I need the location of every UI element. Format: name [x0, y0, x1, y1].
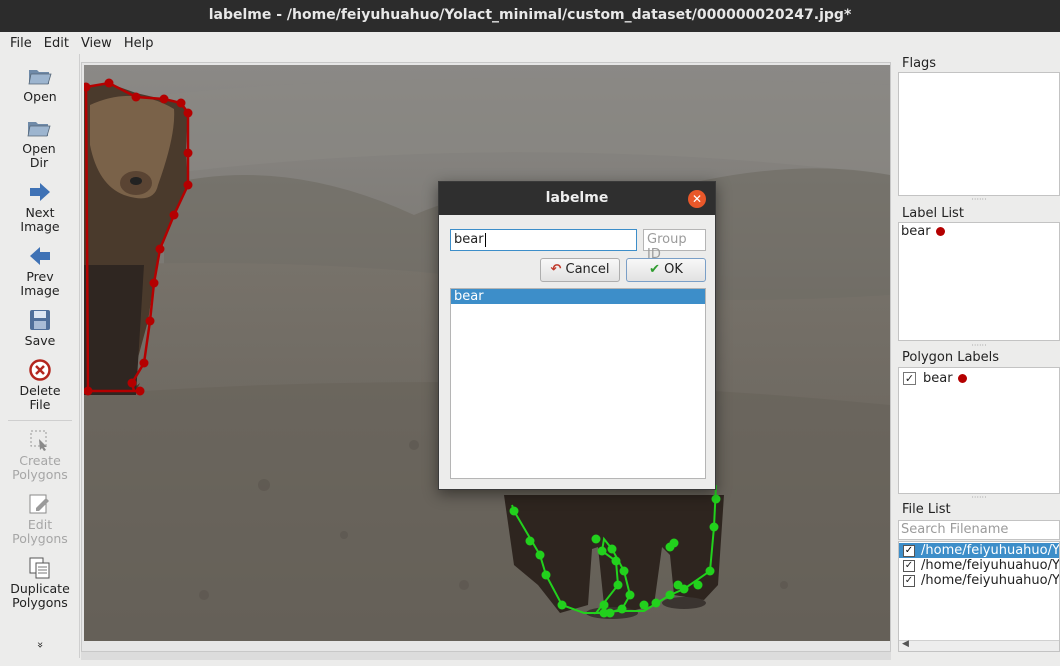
next-image-button[interactable]: Next Image: [0, 180, 80, 234]
arrow-right-icon: [30, 183, 50, 201]
list-item[interactable]: ✓ bear: [903, 371, 967, 386]
window-title: labelme - /home/feiyuhuahuo/Yolact_minim…: [0, 0, 1060, 32]
cancel-button[interactable]: ↶ Cancel: [540, 258, 620, 282]
label-color-dot: [957, 374, 967, 383]
folder-open-icon: [27, 122, 51, 137]
right-dock-panel: Flags ······ Label List bear ······ Poly…: [893, 54, 1060, 666]
file-list[interactable]: ✓ /home/feiyuhuahuo/Yolact ✓ /home/feiyu…: [898, 541, 1060, 652]
file-list-scrollbar[interactable]: ◀: [899, 639, 1059, 651]
flags-title: Flags: [902, 56, 937, 71]
create-polygon-icon: [30, 430, 47, 451]
label-dialog: labelme ✕ bear Group ID ↶ Cancel ✔ OK be…: [438, 181, 716, 490]
edit-polygons-button[interactable]: Edit Polygons: [0, 492, 80, 546]
file-list-item[interactable]: ✓ /home/feiyuhuahuo/Yolact: [899, 543, 1059, 558]
label-list[interactable]: bear: [898, 222, 1060, 341]
canvas-horizontal-scrollbar[interactable]: [81, 652, 891, 660]
file-list-item[interactable]: ✓ /home/feiyuhuahuo/Yolact: [899, 558, 1059, 573]
file-list-item[interactable]: ✓ /home/feiyuhuahuo/Yolact: [899, 573, 1059, 588]
label-color-dot: [935, 227, 945, 236]
polygon-labels-title: Polygon Labels: [902, 350, 1000, 365]
file-list-title: File List: [902, 502, 951, 517]
toolbar-more-icon[interactable]: »: [33, 640, 47, 650]
label-options-list[interactable]: bear: [450, 288, 706, 479]
prev-image-button[interactable]: Prev Image: [0, 244, 80, 298]
label-input-value: bear: [454, 232, 484, 247]
tool-bar: Open Open Dir Next Image Prev Image Save…: [0, 54, 80, 658]
checkbox-checked-icon[interactable]: ✓: [903, 559, 915, 572]
label-list-item-text: bear: [901, 224, 931, 239]
create-polygons-button[interactable]: Create Polygons: [0, 428, 80, 482]
menu-file[interactable]: File: [10, 36, 32, 51]
delete-icon: [29, 359, 51, 381]
menu-bar: File Edit View Help: [0, 32, 1060, 54]
list-item[interactable]: bear: [451, 289, 705, 304]
menu-view[interactable]: View: [81, 36, 112, 51]
menu-edit[interactable]: Edit: [44, 36, 69, 51]
delete-file-button[interactable]: Delete File: [0, 358, 80, 412]
close-icon[interactable]: ✕: [688, 190, 706, 208]
duplicate-icon: [29, 557, 50, 579]
checkbox-checked-icon[interactable]: ✓: [903, 372, 916, 385]
checkmark-icon: ✔: [649, 262, 660, 277]
flags-list[interactable]: [898, 72, 1060, 196]
save-button[interactable]: Save: [0, 308, 80, 348]
search-filename-input[interactable]: Search Filename: [898, 520, 1060, 540]
dock-splitter[interactable]: ······: [898, 494, 1060, 502]
toolbar-divider: [8, 420, 72, 421]
list-item[interactable]: bear: [901, 224, 945, 239]
arrow-left-icon: [30, 247, 50, 265]
group-id-input[interactable]: Group ID: [643, 229, 706, 262]
dock-splitter[interactable]: ······: [898, 196, 1060, 204]
text-cursor: [484, 232, 486, 247]
undo-icon: ↶: [550, 262, 562, 277]
polygon-label-text: bear: [923, 371, 953, 386]
dialog-title: labelme: [545, 190, 609, 206]
ok-button[interactable]: ✔ OK: [626, 258, 706, 282]
search-placeholder: Search Filename: [901, 522, 1009, 537]
open-button[interactable]: Open: [0, 64, 80, 104]
dialog-title-bar: labelme ✕: [439, 182, 715, 215]
folder-open-icon: [28, 70, 52, 85]
scroll-left-icon[interactable]: ◀: [902, 639, 909, 649]
label-list-title: Label List: [902, 206, 964, 221]
duplicate-polygons-button[interactable]: Duplicate Polygons: [0, 556, 80, 610]
edit-icon: [29, 494, 49, 514]
polygon-labels-list[interactable]: ✓ bear: [898, 367, 1060, 494]
menu-help[interactable]: Help: [124, 36, 154, 51]
dock-splitter[interactable]: ······: [898, 342, 1060, 350]
floppy-disk-icon: [30, 310, 50, 330]
checkbox-checked-icon[interactable]: ✓: [903, 574, 915, 587]
label-input[interactable]: bear: [450, 229, 637, 251]
open-dir-button[interactable]: Open Dir: [0, 116, 78, 170]
checkbox-checked-icon[interactable]: ✓: [903, 544, 915, 557]
